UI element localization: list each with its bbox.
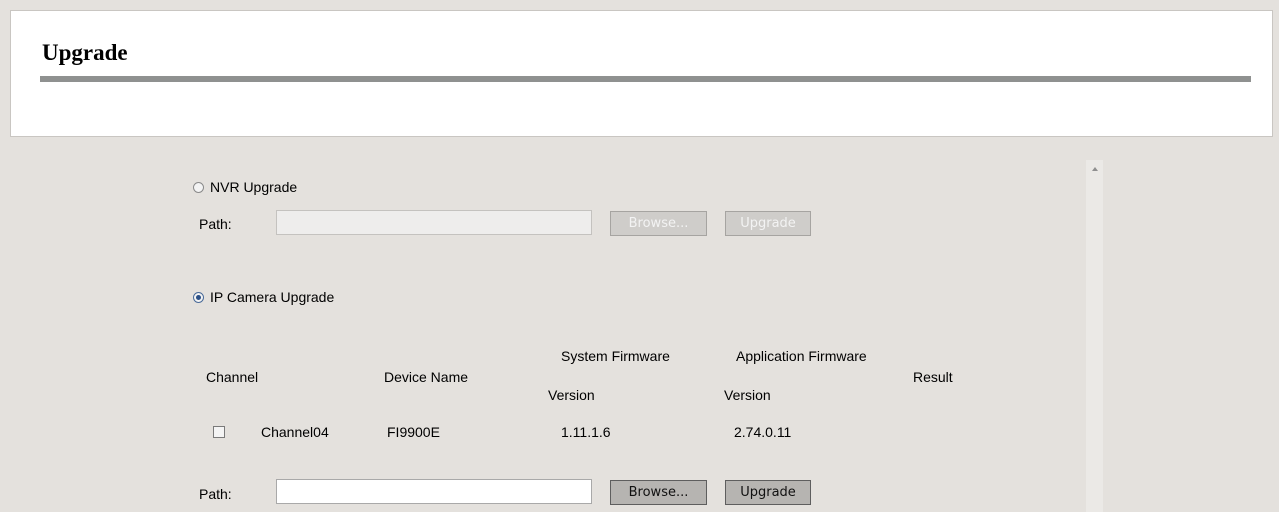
col-header-channel: Channel [206,369,259,385]
ipc-upgrade-radio[interactable] [193,292,204,303]
nvr-browse-button[interactable]: Browse... [610,211,707,236]
ipc-browse-button[interactable]: Browse... [610,480,707,505]
page-title: Upgrade [42,40,128,65]
channel04-checkbox[interactable] [213,426,225,438]
table-cell-application-firmware: 2.74.0.11 [734,424,792,440]
header-panel: Upgrade [10,10,1273,137]
ipc-upgrade-button[interactable]: Upgrade [725,480,811,505]
ipc-path-input[interactable] [276,479,592,504]
nvr-upgrade-button[interactable]: Upgrade [725,211,811,236]
nvr-upgrade-radio[interactable] [193,182,204,193]
table-cell-channel: Channel04 [261,424,329,440]
ipc-path-label: Path: [199,486,232,502]
nvr-path-label: Path: [199,216,232,232]
col-header-device-name: Device Name [384,369,469,385]
ipc-upgrade-label: IP Camera Upgrade [210,289,335,305]
nvr-upgrade-label: NVR Upgrade [210,179,298,195]
col-header-application-firmware: Application Firmware [736,348,867,364]
col-header-result: Result [913,369,953,385]
nvr-path-input[interactable] [276,210,592,235]
table-cell-system-firmware: 1.11.1.6 [561,424,611,440]
table-cell-device-name: FI9900E [387,424,440,440]
title-divider [40,76,1251,82]
col-header-system-firmware-version: Version [548,387,595,403]
col-header-application-firmware-version: Version [724,387,771,403]
col-header-system-firmware: System Firmware [561,348,670,364]
vertical-scrollbar[interactable] [1086,160,1103,512]
scroll-up-arrow-icon[interactable] [1086,160,1103,177]
